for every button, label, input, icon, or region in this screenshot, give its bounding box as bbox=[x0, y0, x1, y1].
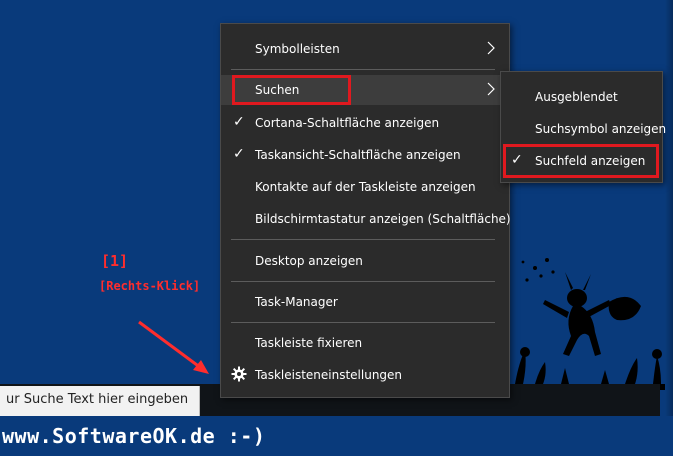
annotation-label: [Rechts-Klick] bbox=[99, 279, 201, 293]
menu-item-taskview-button[interactable]: ✓ Taskansicht-Schaltfläche anzeigen bbox=[221, 140, 509, 170]
menu-item-cortana-button[interactable]: ✓ Cortana-Schaltfläche anzeigen bbox=[221, 108, 509, 138]
menu-item-taskbar-settings[interactable]: Taskleisteneinstellungen bbox=[221, 360, 509, 390]
taskbar-search-box[interactable]: ur Suche Text hier eingeben bbox=[0, 386, 200, 416]
checkmark-icon: ✓ bbox=[233, 146, 245, 162]
menu-separator bbox=[231, 69, 495, 70]
menu-item-label: Cortana-Schaltfläche anzeigen bbox=[255, 116, 440, 130]
brand-watermark: www.SoftwareOK.de :-) bbox=[2, 424, 266, 448]
submenu-item-hidden[interactable]: Ausgeblendet bbox=[501, 82, 662, 112]
highlight-box-suchfeld bbox=[503, 144, 659, 178]
window-edge-shadow bbox=[665, 0, 673, 456]
menu-item-label: Symbolleisten bbox=[255, 42, 340, 56]
menu-item-label: Taskleisteneinstellungen bbox=[255, 368, 403, 382]
menu-separator bbox=[231, 322, 495, 323]
chevron-right-icon bbox=[487, 41, 495, 55]
menu-item-label: Desktop anzeigen bbox=[255, 254, 363, 268]
submenu-item-label: Ausgeblendet bbox=[535, 90, 618, 104]
submenu-item-search-icon[interactable]: Suchsymbol anzeigen bbox=[501, 114, 666, 144]
menu-item-label: Bildschirmtastatur anzeigen (Schaltfläch… bbox=[255, 212, 511, 226]
menu-separator bbox=[231, 281, 495, 282]
gear-icon bbox=[231, 366, 247, 382]
menu-item-label: Task-Manager bbox=[255, 295, 338, 309]
annotation-arrow bbox=[138, 320, 209, 374]
annotation-number: [1] bbox=[101, 252, 129, 270]
menu-separator bbox=[231, 239, 495, 240]
menu-item-show-desktop[interactable]: Desktop anzeigen bbox=[221, 246, 509, 276]
search-placeholder-text: ur Suche Text hier eingeben bbox=[6, 392, 189, 407]
chevron-right-icon bbox=[487, 82, 495, 96]
dancing-figure-silhouette bbox=[505, 258, 665, 390]
menu-item-label: Taskansicht-Schaltfläche anzeigen bbox=[255, 148, 461, 162]
menu-item-label: Taskleiste fixieren bbox=[255, 336, 363, 350]
menu-item-label: Kontakte auf der Taskleiste anzeigen bbox=[255, 180, 476, 194]
menu-item-touch-keyboard[interactable]: Bildschirmtastatur anzeigen (Schaltfläch… bbox=[221, 204, 511, 234]
menu-item-task-manager[interactable]: Task-Manager bbox=[221, 287, 509, 317]
menu-item-lock-taskbar[interactable]: Taskleiste fixieren bbox=[221, 328, 509, 358]
menu-item-contacts[interactable]: Kontakte auf der Taskleiste anzeigen bbox=[221, 172, 509, 202]
checkmark-icon: ✓ bbox=[233, 114, 245, 130]
submenu-item-label: Suchsymbol anzeigen bbox=[535, 122, 667, 136]
menu-item-symbolleisten[interactable]: Symbolleisten bbox=[221, 34, 509, 64]
highlight-box-suchen bbox=[232, 75, 351, 105]
